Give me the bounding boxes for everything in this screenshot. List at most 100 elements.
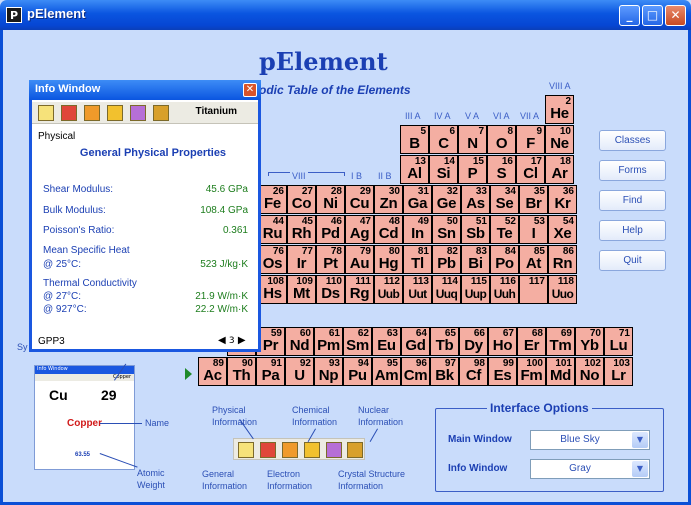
- element-cell[interactable]: 62 Sm: [343, 327, 372, 356]
- element-cell[interactable]: 17 Cl: [516, 155, 545, 184]
- element-cell[interactable]: 100 Fm: [517, 357, 546, 386]
- element-cell[interactable]: 48 Cd: [374, 215, 403, 244]
- element-cell[interactable]: 34 Se: [490, 185, 519, 214]
- element-cell[interactable]: 91 Pa: [256, 357, 285, 386]
- element-cell[interactable]: 29 Cu: [345, 185, 374, 214]
- element-cell[interactable]: 46 Pd: [316, 215, 345, 244]
- app-icon[interactable]: P: [6, 7, 22, 23]
- element-cell[interactable]: 35 Br: [519, 185, 548, 214]
- element-cell[interactable]: 66 Dy: [459, 327, 488, 356]
- element-cell[interactable]: 93 Np: [314, 357, 343, 386]
- element-cell[interactable]: 114 Uuq: [432, 275, 461, 304]
- info-window-select[interactable]: Gray ▼: [530, 459, 650, 479]
- element-cell[interactable]: 92 U: [285, 357, 314, 386]
- element-cell[interactable]: 98 Cf: [459, 357, 488, 386]
- element-cell[interactable]: 36 Kr: [548, 185, 577, 214]
- element-cell[interactable]: 116 Uuh: [490, 275, 519, 304]
- element-cell[interactable]: 97 Bk: [430, 357, 459, 386]
- element-cell[interactable]: 82 Pb: [432, 245, 461, 274]
- element-cell[interactable]: 95 Am: [372, 357, 401, 386]
- element-cell[interactable]: 86 Rn: [548, 245, 577, 274]
- element-cell[interactable]: 61 Pm: [314, 327, 343, 356]
- element-cell[interactable]: 50 Sn: [432, 215, 461, 244]
- element-cell[interactable]: 16 S: [487, 155, 516, 184]
- help-button[interactable]: Help: [599, 220, 666, 241]
- info-window-title-bar[interactable]: Info Window ✕: [29, 80, 261, 100]
- element-cell[interactable]: 115 Uup: [461, 275, 490, 304]
- crystal-info-icon[interactable]: [130, 105, 146, 121]
- element-cell[interactable]: 108 Hs: [258, 275, 287, 304]
- element-cell[interactable]: 118 Uuo: [548, 275, 577, 304]
- element-cell[interactable]: 44 Ru: [258, 215, 287, 244]
- element-cell[interactable]: 117: [519, 275, 548, 304]
- chevron-down-icon[interactable]: ▼: [632, 432, 648, 448]
- element-cell[interactable]: 54 Xe: [548, 215, 577, 244]
- element-cell[interactable]: 63 Eu: [372, 327, 401, 356]
- element-cell[interactable]: 10 Ne: [545, 125, 574, 154]
- element-cell[interactable]: 112 Uub: [374, 275, 403, 304]
- classes-button[interactable]: Classes: [599, 130, 666, 151]
- element-cell[interactable]: 8O: [487, 125, 516, 154]
- forms-button[interactable]: Forms: [599, 160, 666, 181]
- element-cell[interactable]: 69 Tm: [546, 327, 575, 356]
- physical-info-icon[interactable]: [61, 105, 77, 121]
- electron-info-icon[interactable]: [107, 105, 123, 121]
- element-cell[interactable]: 83 Bi: [461, 245, 490, 274]
- minimize-button[interactable]: _: [619, 5, 640, 26]
- element-cell[interactable]: 77 Ir: [287, 245, 316, 274]
- element-cell[interactable]: 71 Lu: [604, 327, 633, 356]
- find-button[interactable]: Find: [599, 190, 666, 211]
- element-cell[interactable]: 89 Ac: [198, 357, 227, 386]
- element-cell[interactable]: 53 I: [519, 215, 548, 244]
- element-cell[interactable]: 15 P: [458, 155, 487, 184]
- element-cell[interactable]: 103 Lr: [604, 357, 633, 386]
- element-cell[interactable]: 70 Yb: [575, 327, 604, 356]
- general-info-icon[interactable]: [38, 105, 54, 121]
- next-page-button[interactable]: ▶: [238, 335, 246, 346]
- element-cell[interactable]: 76 Os: [258, 245, 287, 274]
- element-cell[interactable]: 90 Th: [227, 357, 256, 386]
- element-cell[interactable]: 47 Ag: [345, 215, 374, 244]
- element-cell[interactable]: 2 He: [545, 95, 574, 124]
- element-cell[interactable]: 49 In: [403, 215, 432, 244]
- element-cell[interactable]: 33 As: [461, 185, 490, 214]
- element-cell[interactable]: 94 Pu: [343, 357, 372, 386]
- element-cell[interactable]: 81 Tl: [403, 245, 432, 274]
- element-cell[interactable]: 28 Ni: [316, 185, 345, 214]
- element-cell[interactable]: 67 Ho: [488, 327, 517, 356]
- element-cell[interactable]: 85 At: [519, 245, 548, 274]
- prev-page-button[interactable]: ◀: [218, 335, 226, 346]
- element-cell[interactable]: 64 Gd: [401, 327, 430, 356]
- info-close-button[interactable]: ✕: [243, 83, 257, 97]
- close-button[interactable]: ✕: [665, 5, 686, 26]
- element-cell[interactable]: 80 Hg: [374, 245, 403, 274]
- element-cell[interactable]: 99 Es: [488, 357, 517, 386]
- element-cell[interactable]: 27 Co: [287, 185, 316, 214]
- chevron-down-icon[interactable]: ▼: [632, 461, 648, 477]
- element-cell[interactable]: 18 Ar: [545, 155, 574, 184]
- element-cell[interactable]: 45 Rh: [287, 215, 316, 244]
- element-cell[interactable]: 101 Md: [546, 357, 575, 386]
- element-cell[interactable]: 110 Ds: [316, 275, 345, 304]
- element-cell[interactable]: 6C: [429, 125, 458, 154]
- element-cell[interactable]: 68 Er: [517, 327, 546, 356]
- element-cell[interactable]: 31 Ga: [403, 185, 432, 214]
- nuclear-info-icon[interactable]: [153, 105, 169, 121]
- element-cell[interactable]: 78 Pt: [316, 245, 345, 274]
- element-cell[interactable]: 52 Te: [490, 215, 519, 244]
- main-window-select[interactable]: Blue Sky ▼: [530, 430, 650, 450]
- element-cell[interactable]: 109 Mt: [287, 275, 316, 304]
- element-cell[interactable]: 96 Cm: [401, 357, 430, 386]
- element-cell[interactable]: 13 Al: [400, 155, 429, 184]
- element-cell[interactable]: 102 No: [575, 357, 604, 386]
- element-cell[interactable]: 14 Si: [429, 155, 458, 184]
- element-cell[interactable]: 9F: [516, 125, 545, 154]
- element-cell[interactable]: 7N: [458, 125, 487, 154]
- element-cell[interactable]: 30 Zn: [374, 185, 403, 214]
- quit-button[interactable]: Quit: [599, 250, 666, 271]
- element-cell[interactable]: 5B: [400, 125, 429, 154]
- element-cell[interactable]: 51 Sb: [461, 215, 490, 244]
- element-cell[interactable]: 111 Rg: [345, 275, 374, 304]
- element-cell[interactable]: 84 Po: [490, 245, 519, 274]
- element-cell[interactable]: 113 Uut: [403, 275, 432, 304]
